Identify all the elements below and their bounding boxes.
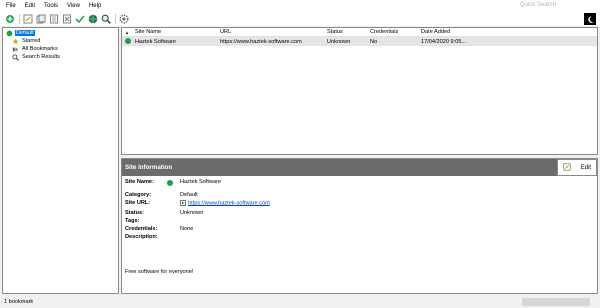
category-label: Category: — [125, 192, 152, 198]
column-site-name[interactable]: Site Name — [135, 29, 220, 35]
column-credentials[interactable]: Credentials — [370, 29, 421, 35]
status-dot-icon — [122, 37, 135, 46]
properties-icon[interactable] — [48, 14, 59, 25]
column-url[interactable]: URL — [220, 29, 327, 35]
globe-icon[interactable] — [87, 14, 98, 25]
status-label: Status: — [125, 210, 144, 216]
credentials-value: None — [180, 226, 194, 232]
site-name-label: Site Name: — [125, 179, 154, 185]
bookmarks-icon — [11, 46, 19, 53]
cell-date-added: 17/04/2020 9:05... — [421, 38, 467, 45]
menu-tools[interactable]: Tools — [44, 3, 58, 9]
menu-bar: File Edit Tools View Help — [0, 0, 600, 12]
search-icon[interactable] — [100, 14, 111, 25]
category-value: Default — [180, 192, 198, 198]
toolbar-separator — [115, 14, 116, 24]
edit-icon — [563, 162, 571, 173]
site-url-value: ▸ https://www.haztek-software.com — [180, 200, 270, 206]
status-value: Unknown — [180, 210, 204, 216]
tree-item-label: Default — [15, 30, 35, 36]
copy-icon[interactable] — [35, 14, 46, 25]
category-tree: Default Starred All Bookmarks Search Res… — [2, 27, 119, 294]
menu-view[interactable]: View — [67, 3, 80, 9]
menu-edit[interactable]: Edit — [25, 3, 35, 9]
quick-search-input[interactable]: Quick Search — [520, 2, 590, 10]
site-url-label: Site URL: — [125, 200, 151, 206]
tree-item-all-bookmarks[interactable]: All Bookmarks — [5, 45, 116, 53]
open-url-icon[interactable]: ▸ — [180, 200, 186, 206]
site-name-value: Haztek Software — [180, 179, 222, 185]
tree-item-search-results[interactable]: Search Results — [5, 53, 116, 61]
site-information-panel: Site Information Edit Site Name: Haztek … — [121, 158, 598, 294]
sort-indicator-icon[interactable]: ▲ — [122, 30, 135, 35]
green-dot-icon — [5, 30, 13, 37]
search-icon — [11, 53, 19, 61]
delete-icon[interactable] — [61, 14, 72, 25]
column-date-added[interactable]: Date Added — [421, 29, 477, 35]
panel-title: Site Information — [125, 164, 173, 171]
description-label: Description: — [125, 234, 158, 240]
table-row[interactable]: Haztek Software https://www.haztek-softw… — [122, 37, 597, 46]
edit-button[interactable]: Edit — [557, 159, 597, 176]
toolbar-separator — [19, 14, 20, 24]
list-header: ▲ Site Name URL Status Credentials Date … — [122, 28, 597, 37]
tree-item-default[interactable]: Default — [5, 29, 116, 37]
add-bookmark-icon[interactable] — [4, 14, 15, 25]
tree-item-label: All Bookmarks — [22, 46, 58, 52]
tree-item-label: Search Results — [22, 54, 60, 60]
edit-label: Edit — [580, 164, 592, 171]
edit-icon[interactable] — [22, 14, 33, 25]
credentials-label: Credentials: — [125, 226, 158, 232]
cell-url: https://www.haztek-software.com — [220, 38, 302, 45]
check-icon[interactable] — [74, 14, 85, 25]
column-status[interactable]: Status — [327, 29, 370, 35]
star-icon — [11, 37, 19, 45]
panel-header: Site Information Edit — [122, 159, 597, 176]
menu-help[interactable]: Help — [89, 3, 101, 9]
theme-toggle-icon[interactable] — [584, 13, 596, 25]
cell-site-name: Haztek Software — [135, 38, 177, 45]
tree-item-starred[interactable]: Starred — [5, 37, 116, 45]
status-progress-area — [522, 298, 590, 306]
status-bar: 1 bookmark — [0, 296, 600, 308]
toolbar — [0, 12, 600, 26]
status-dot-icon — [167, 180, 173, 188]
menu-file[interactable]: File — [6, 3, 16, 9]
tags-label: Tags: — [125, 218, 140, 224]
settings-icon[interactable] — [118, 14, 129, 25]
site-url-link[interactable]: https://www.haztek-software.com — [188, 200, 270, 206]
cell-credentials: No — [370, 38, 378, 45]
bookmark-count: 1 bookmark — [4, 299, 34, 305]
tree-item-label: Starred — [22, 38, 41, 44]
bookmark-list: ▲ Site Name URL Status Credentials Date … — [121, 27, 598, 155]
cell-status: Unknown — [327, 38, 351, 45]
description-value: Free software for everyone! — [125, 269, 194, 275]
